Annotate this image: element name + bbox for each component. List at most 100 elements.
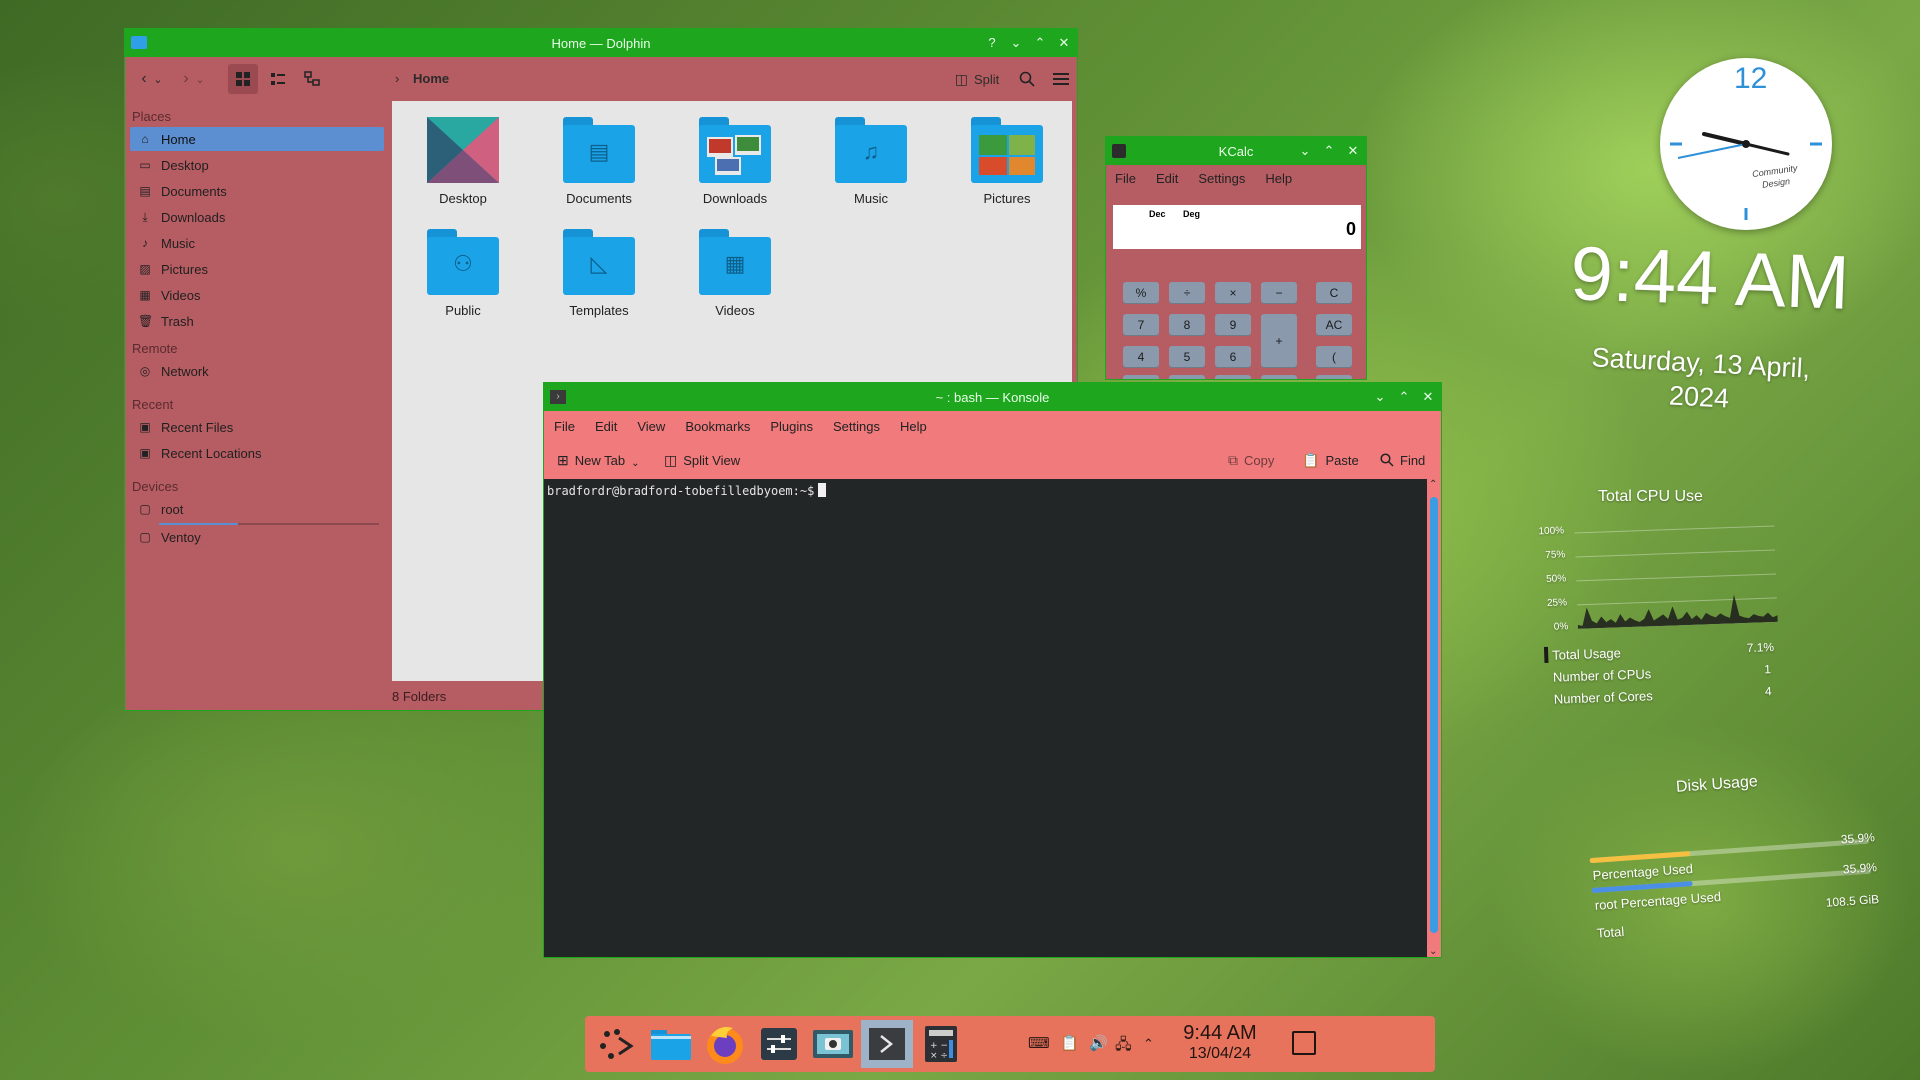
multiply-button[interactable]: × xyxy=(1215,282,1251,304)
paste-button[interactable]: 📋 Paste xyxy=(1302,443,1359,477)
menu-view[interactable]: View xyxy=(637,419,665,434)
places-item-pictures[interactable]: ▨ Pictures xyxy=(130,257,384,281)
menu-edit[interactable]: Edit xyxy=(1156,171,1178,186)
menu-settings[interactable]: Settings xyxy=(833,419,880,434)
maximize-button[interactable]: ⌃ xyxy=(1033,36,1047,50)
places-item-recent-locations[interactable]: ▣ Recent Locations xyxy=(130,441,384,465)
digit-5-button[interactable]: 5 xyxy=(1169,346,1205,368)
terminal-scrollbar[interactable]: ⌃ ⌄ xyxy=(1427,479,1441,957)
folder-documents[interactable]: ▤ Documents xyxy=(539,117,659,206)
forward-history-chevron-icon[interactable]: ⌄ xyxy=(193,64,207,94)
folder-public[interactable]: ⚇ Public xyxy=(403,229,523,318)
help-icon[interactable]: ? xyxy=(985,36,999,50)
icons-view-button[interactable] xyxy=(228,64,258,94)
calc-button-partial[interactable] xyxy=(1261,375,1297,379)
menu-help[interactable]: Help xyxy=(900,419,927,434)
show-desktop-button[interactable] xyxy=(1292,1031,1316,1055)
tray-expand-chevron-icon[interactable]: ⌃ xyxy=(1143,1036,1154,1052)
menu-bookmarks[interactable]: Bookmarks xyxy=(685,419,750,434)
places-item-home[interactable]: ⌂ Home xyxy=(130,127,384,151)
places-item-desktop[interactable]: ▭ Desktop xyxy=(130,153,384,177)
scroll-down-icon[interactable]: ⌄ xyxy=(1429,946,1437,957)
taskbar-spectacle[interactable] xyxy=(807,1020,859,1068)
close-button[interactable]: ✕ xyxy=(1346,144,1360,158)
places-item-downloads[interactable]: ⤓ Downloads xyxy=(130,205,384,229)
taskbar-firefox[interactable] xyxy=(699,1020,751,1068)
folder-pictures[interactable]: Pictures xyxy=(947,117,1067,206)
taskbar-clock[interactable]: 9:44 AM 13/04/24 xyxy=(1175,1022,1265,1064)
network-icon[interactable]: 🖧 xyxy=(1115,1034,1132,1059)
places-item-trash[interactable]: 🗑 Trash xyxy=(130,309,384,333)
places-item-music[interactable]: ♪ Music xyxy=(130,231,384,255)
new-tab-button[interactable]: ⊞ New Tab ⌄ xyxy=(557,443,639,477)
compact-view-button[interactable] xyxy=(297,64,327,94)
chevron-down-icon[interactable]: ⌄ xyxy=(631,458,639,469)
app-launcher-button[interactable] xyxy=(591,1020,643,1068)
scrollbar-thumb[interactable] xyxy=(1430,497,1438,933)
places-item-documents[interactable]: ▤ Documents xyxy=(130,179,384,203)
folder-desktop[interactable]: Desktop xyxy=(403,117,523,206)
digit-4-button[interactable]: 4 xyxy=(1123,346,1159,368)
search-button[interactable] xyxy=(1015,64,1039,94)
copy-button[interactable]: ⧉ Copy xyxy=(1228,443,1274,477)
digit-6-button[interactable]: 6 xyxy=(1215,346,1251,368)
details-view-button[interactable] xyxy=(263,64,293,94)
scroll-up-icon[interactable]: ⌃ xyxy=(1429,479,1437,490)
menu-settings[interactable]: Settings xyxy=(1198,171,1245,186)
calc-button-partial[interactable] xyxy=(1169,375,1205,379)
clear-button[interactable]: C xyxy=(1316,282,1352,304)
subtract-button[interactable]: − xyxy=(1261,282,1297,304)
minimize-button[interactable]: ⌄ xyxy=(1373,390,1387,404)
minimize-button[interactable]: ⌄ xyxy=(1298,144,1312,158)
add-button[interactable]: + xyxy=(1261,314,1297,368)
divide-button[interactable]: ÷ xyxy=(1169,282,1205,304)
device-item-root[interactable]: ▢ root xyxy=(130,497,384,521)
maximize-button[interactable]: ⌃ xyxy=(1322,144,1336,158)
folder-downloads[interactable]: Downloads xyxy=(675,117,795,206)
split-button[interactable]: ◫ Split xyxy=(949,64,1005,94)
menu-file[interactable]: File xyxy=(1115,171,1136,186)
taskbar-kcalc[interactable]: + − × ÷ xyxy=(915,1020,967,1068)
digit-7-button[interactable]: 7 xyxy=(1123,314,1159,336)
percent-button[interactable]: % xyxy=(1123,282,1159,304)
minimize-button[interactable]: ⌄ xyxy=(1009,36,1023,50)
taskbar-system-settings[interactable] xyxy=(753,1020,805,1068)
folder-music[interactable]: ♫ Music xyxy=(811,117,931,206)
search-icon xyxy=(1019,71,1035,87)
split-view-button[interactable]: ◫ Split View xyxy=(664,443,740,477)
folder-videos[interactable]: ▦ Videos xyxy=(675,229,795,318)
all-clear-button[interactable]: AC xyxy=(1316,314,1352,336)
dolphin-titlebar[interactable]: Home — Dolphin ? ⌄ ⌃ ✕ xyxy=(125,29,1077,57)
menu-help[interactable]: Help xyxy=(1265,171,1292,186)
close-button[interactable]: ✕ xyxy=(1421,390,1435,404)
analog-clock[interactable]: 12 Community Design xyxy=(1660,58,1832,230)
breadcrumb[interactable]: Home xyxy=(413,71,449,86)
places-item-videos[interactable]: ▦ Videos xyxy=(130,283,384,307)
digit-8-button[interactable]: 8 xyxy=(1169,314,1205,336)
volume-icon[interactable]: 🔊 xyxy=(1089,1034,1108,1052)
places-item-network[interactable]: ◎ Network xyxy=(130,359,384,383)
terminal-area[interactable]: bradfordr@bradford-tobefilledbyoem:~$ xyxy=(544,479,1428,957)
taskbar-dolphin[interactable] xyxy=(645,1020,697,1068)
clipboard-icon[interactable]: 📋 xyxy=(1060,1034,1079,1052)
menu-edit[interactable]: Edit xyxy=(595,419,617,434)
places-item-recent-files[interactable]: ▣ Recent Files xyxy=(130,415,384,439)
digit-9-button[interactable]: 9 xyxy=(1215,314,1251,336)
open-paren-button[interactable]: ( xyxy=(1316,346,1352,368)
calc-button-partial[interactable] xyxy=(1123,375,1159,379)
close-button[interactable]: ✕ xyxy=(1057,36,1071,50)
keyboard-layout-icon[interactable]: ⌨ xyxy=(1028,1034,1050,1052)
konsole-titlebar[interactable]: › ~ : bash — Konsole ⌄ ⌃ ✕ xyxy=(544,383,1441,411)
calc-button-partial[interactable] xyxy=(1215,375,1251,379)
device-item-ventoy[interactable]: ▢ Ventoy xyxy=(130,525,384,549)
menu-file[interactable]: File xyxy=(554,419,575,434)
back-history-chevron-icon[interactable]: ⌄ xyxy=(151,64,165,94)
find-button[interactable]: Find xyxy=(1380,443,1425,477)
calc-button-partial[interactable] xyxy=(1316,375,1352,379)
folder-templates[interactable]: ◺ Templates xyxy=(539,229,659,318)
kcalc-titlebar[interactable]: KCalc ⌄ ⌃ ✕ xyxy=(1106,137,1366,165)
maximize-button[interactable]: ⌃ xyxy=(1397,390,1411,404)
taskbar-konsole[interactable] xyxy=(861,1020,913,1068)
menu-plugins[interactable]: Plugins xyxy=(770,419,813,434)
hamburger-menu-button[interactable] xyxy=(1049,64,1073,94)
